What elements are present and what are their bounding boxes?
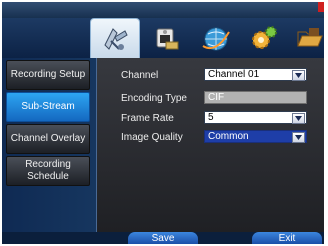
chevron-down-icon[interactable] xyxy=(292,132,305,143)
camera-icon xyxy=(156,28,179,50)
network-icon xyxy=(202,27,230,51)
tab-record-settings[interactable] xyxy=(90,18,140,59)
chevron-down-icon[interactable] xyxy=(292,113,305,124)
sidebar-item-label: Channel Overlay xyxy=(10,133,86,144)
dvr-menu-window: Recording Setup Sub-Stream Channel Overl… xyxy=(2,2,324,244)
content-area: Recording Setup Sub-Stream Channel Overl… xyxy=(2,58,324,232)
frame-rate-label: Frame Rate xyxy=(121,113,174,124)
title-bar xyxy=(2,2,324,18)
tab-settings[interactable] xyxy=(240,19,288,57)
window-frame: Recording Setup Sub-Stream Channel Overl… xyxy=(0,0,328,246)
sidebar-item-label: Recording Schedule xyxy=(25,159,71,182)
tab-files[interactable] xyxy=(286,19,324,57)
encoding-type-value: CIF xyxy=(208,92,225,103)
channel-label: Channel xyxy=(121,70,159,81)
sidebar-item-label: Recording Setup xyxy=(10,69,86,80)
channel-select[interactable]: Channel 01 xyxy=(204,68,307,81)
gear-icon xyxy=(252,26,277,49)
bottom-bar: Save Exit xyxy=(2,232,324,244)
save-button[interactable]: Save xyxy=(128,232,198,244)
exit-button[interactable]: Exit xyxy=(252,232,322,244)
image-quality-value: Common xyxy=(208,131,249,142)
encoding-type-field: CIF xyxy=(204,91,307,104)
encoding-type-label: Encoding Type xyxy=(121,93,187,104)
close-indicator[interactable] xyxy=(318,2,324,12)
frame-rate-value: 5 xyxy=(208,112,214,123)
sidebar: Recording Setup Sub-Stream Channel Overl… xyxy=(2,58,97,232)
sidebar-item-recording-setup[interactable]: Recording Setup xyxy=(6,60,90,90)
category-toolbar xyxy=(2,18,324,59)
tab-network[interactable] xyxy=(192,19,240,57)
folder-icon xyxy=(297,28,323,47)
settings-panel: Channel Channel 01 Encoding Type CIF Fra… xyxy=(97,58,324,232)
sidebar-item-channel-overlay[interactable]: Channel Overlay xyxy=(6,124,90,154)
sidebar-item-sub-stream[interactable]: Sub-Stream xyxy=(6,92,90,122)
satellite-icon xyxy=(104,28,128,50)
image-quality-label: Image Quality xyxy=(121,132,183,143)
chevron-down-icon[interactable] xyxy=(292,70,305,81)
tab-camera[interactable] xyxy=(142,19,190,57)
image-quality-select[interactable]: Common xyxy=(204,130,307,143)
frame-rate-select[interactable]: 5 xyxy=(204,111,307,124)
sidebar-item-recording-schedule[interactable]: Recording Schedule xyxy=(6,156,90,186)
channel-value: Channel 01 xyxy=(208,69,260,80)
sidebar-item-label: Sub-Stream xyxy=(21,101,75,112)
